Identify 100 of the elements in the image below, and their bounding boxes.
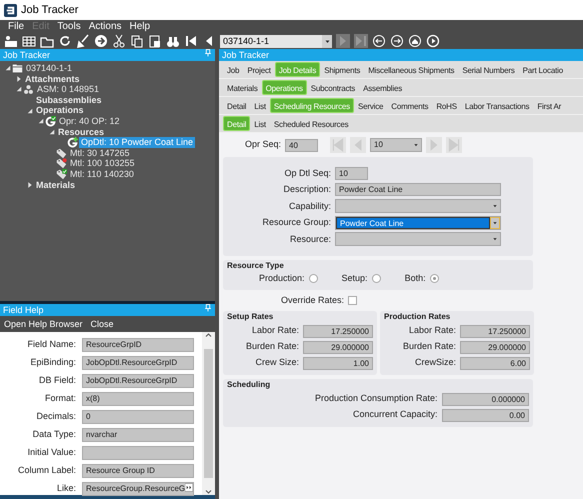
tree-node[interactable]: Materials [34,180,78,190]
copy-icon[interactable] [130,34,144,48]
tree-node[interactable]: Opr: 40 OP: 12 [57,116,122,127]
toolbar-link[interactable]: Close [90,316,114,332]
field-label: Opr Seq: [245,138,282,152]
collapse-arrow-icon[interactable] [48,128,56,136]
detail-combo-box[interactable]: 10 [370,138,422,152]
field-label: Field Name: [26,338,77,352]
expand-arrow-icon[interactable] [15,74,23,83]
scroll-down-icon[interactable] [205,488,212,495]
field-label: Data Type: [32,428,77,442]
app-logo-icon [4,4,17,16]
tab[interactable]: Service [354,98,388,113]
tree-node[interactable]: ASM: 0 148951 [35,84,102,95]
tree-node[interactable]: 037140-1-1 [24,63,74,74]
panel-title: Job Tracker [3,49,50,61]
tree-node[interactable]: Operations [34,105,86,116]
readonly-field: 6.00 [460,356,530,370]
readonly-field: Resource Group ID [82,464,194,478]
collapse-arrow-icon[interactable] [26,106,34,115]
tab[interactable]: First Ar [533,98,566,113]
radio-label: Production: [259,272,305,284]
scroll-up-icon[interactable] [205,332,212,339]
radio-button[interactable] [308,274,318,283]
tab[interactable]: Detail [223,98,250,113]
combo-box[interactable]: Powder Coat Line [335,216,501,230]
home-circle-icon[interactable] [408,34,422,48]
readonly-field: 17.250000 [460,324,530,338]
tab[interactable]: Materials [223,80,262,95]
tree-node[interactable]: Mtl: 30 147265 [68,148,132,158]
tab[interactable]: Scheduled Resources [270,116,352,131]
radio-label: Setup: [342,272,368,285]
text-field[interactable]: Powder Coat Line [335,183,501,196]
paste-icon[interactable] [148,34,162,48]
group-title: Resource Type [227,260,285,272]
menu-item[interactable]: Actions [84,20,126,33]
radio-button[interactable] [372,274,381,283]
dropdown-arrow-icon [413,142,420,148]
tab[interactable]: Project [243,62,275,77]
scrollbar[interactable] [202,332,215,495]
first-record-icon[interactable] [184,34,198,48]
grid-icon[interactable] [22,34,36,48]
tab[interactable]: Subcontracts [306,80,360,95]
text-field[interactable]: 10 [335,166,368,180]
tree-node[interactable]: Mtl: 110 140230 [68,168,136,180]
forward-outline-icon[interactable] [390,34,404,48]
readonly-field: 29.000000 [460,340,530,354]
field-label: Initial Value: [26,446,77,460]
cut-icon[interactable] [112,34,126,48]
tree-node[interactable]: Mtl: 100 103255 [68,158,137,169]
readonly-field: ResourceGroup.ResourceG [82,482,194,496]
tab[interactable]: Miscellaneous Shipments [364,62,458,77]
field-label: Format: [44,392,77,406]
dropdown-arrow-icon [492,236,498,242]
forward-circle-icon[interactable] [94,34,108,48]
tree-node[interactable]: Attachments [23,74,82,84]
field-label: Labor Rate: [408,324,456,338]
refresh-icon[interactable] [58,34,72,48]
field-label: DB Field: [38,374,77,388]
menu-item[interactable]: Tools [53,20,85,33]
radio-button[interactable] [430,274,439,283]
panel-title: Job Tracker [222,50,270,60]
tab[interactable]: RoHS [432,98,461,113]
job-combo-box[interactable]: 037140-1-1 [220,34,332,48]
field-label: Concurrent Capacity: [352,408,438,422]
field-label: Capability: [288,200,331,213]
pin-icon[interactable] [204,49,212,57]
tab[interactable]: Labor Transactions [460,98,534,113]
collapse-arrow-icon[interactable] [4,64,12,72]
menu-item[interactable]: Help [126,20,154,33]
expand-arrow-icon[interactable] [26,180,34,189]
play-circle-icon[interactable] [426,34,440,48]
tab[interactable]: Serial Numbers [458,62,519,77]
panel-title: Field Help [3,304,44,316]
more-button-icon[interactable] [185,483,193,492]
tree-node[interactable]: Subassemblies [34,94,104,106]
group-title: Production Rates [384,311,452,323]
binoculars-icon[interactable] [166,34,180,48]
tab[interactable]: Assemblies [359,80,406,95]
tab[interactable]: Comments [387,98,432,113]
readonly-field: 17.250000 [303,324,373,338]
tree-node[interactable]: Resources [56,126,106,138]
collapse-arrow-icon[interactable] [37,117,45,126]
pin-icon[interactable] [204,304,212,312]
dropdown-arrow-icon [492,220,498,226]
checkbox[interactable] [348,296,358,305]
radio-label: Both: [404,272,426,284]
tab[interactable]: Job [223,62,244,77]
back-circle-icon[interactable] [372,34,386,48]
tab[interactable]: List [250,98,270,113]
collapse-arrow-icon[interactable] [15,85,23,94]
menu-item[interactable]: File [4,20,28,33]
readonly-field: 0.000000 [442,392,529,406]
tab[interactable]: Shipments [320,62,364,77]
field-label: Production Consumption Rate: [314,392,438,406]
tab[interactable]: Part Locatio [518,62,567,77]
tab[interactable]: List [250,116,270,131]
readonly-field: 40 [285,138,318,152]
readonly-field: nvarchar [82,428,194,442]
toolbar-link[interactable]: Open Help Browser [4,316,83,332]
